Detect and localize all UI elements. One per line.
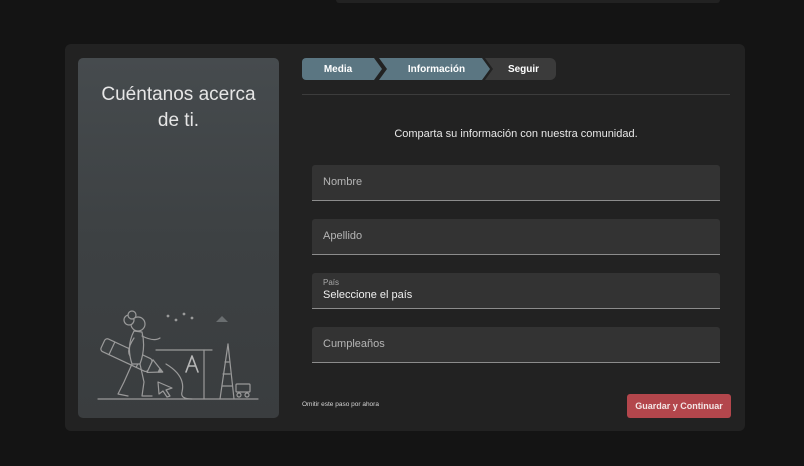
country-value: Seleccione el país — [323, 289, 413, 301]
previous-card-edge — [336, 0, 720, 3]
first-name-field[interactable]: Nombre — [312, 165, 720, 201]
step-information-label: Información — [407, 63, 466, 75]
skip-step-link[interactable]: Omitir este paso por ahora — [302, 401, 379, 408]
first-name-placeholder: Nombre — [323, 176, 363, 188]
country-label: País — [323, 278, 340, 287]
drawing-person-illustration — [97, 310, 259, 400]
step-media-label: Media — [323, 63, 353, 75]
last-name-field[interactable]: Apellido — [312, 219, 720, 255]
step-media[interactable]: Media — [302, 58, 382, 80]
country-select[interactable]: País Seleccione el país — [312, 273, 720, 309]
birthday-field[interactable]: Cumpleaños — [312, 327, 720, 363]
last-name-placeholder: Apellido — [323, 230, 363, 242]
step-follow-label: Seguir — [507, 63, 540, 75]
progress-stepper: Media Información Seguir — [302, 58, 562, 80]
intro-title: Cuéntanos acerca de ti. — [101, 84, 256, 131]
intro-panel: Cuéntanos acerca de ti. — [78, 58, 279, 418]
step-follow[interactable]: Seguir — [485, 58, 556, 80]
profile-setup-card: Cuéntanos acerca de ti. Media Informació… — [65, 44, 745, 431]
birthday-placeholder: Cumpleaños — [323, 338, 385, 350]
step-information[interactable]: Información — [379, 58, 490, 80]
save-and-continue-button[interactable]: Guardar y Continuar — [627, 394, 731, 418]
header-divider — [302, 94, 730, 95]
form-subtitle: Comparta su información con nuestra comu… — [394, 128, 638, 140]
